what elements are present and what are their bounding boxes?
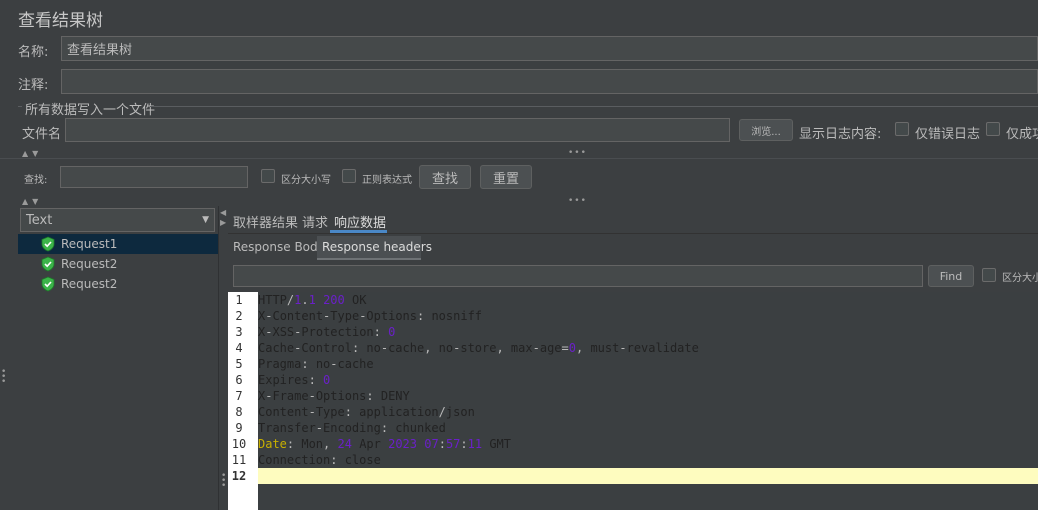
expand-arrows-icon[interactable]: ◀ ▶: [220, 208, 226, 228]
tree-item-label: Request2: [61, 257, 118, 271]
side-drag-handle-icon[interactable]: • • •: [1, 368, 6, 387]
success-only-label: 仅成功: [1006, 127, 1038, 142]
response-search-input[interactable]: [233, 265, 923, 287]
tree-item-label: Request1: [61, 237, 118, 251]
tree-item-request2[interactable]: Request2: [18, 274, 218, 294]
reset-button[interactable]: 重置: [480, 165, 532, 189]
comment-field[interactable]: [61, 69, 1038, 94]
header-line: Connection: close: [258, 453, 381, 467]
filename-field[interactable]: [65, 118, 730, 142]
line-number: 6: [235, 373, 243, 387]
splitter[interactable]: ▲▼ •••: [0, 196, 1038, 207]
header-line: Expires: 0: [258, 373, 331, 387]
header-line: Transfer-Encoding: chunked: [258, 421, 446, 435]
drag-handle-icon: •••: [568, 148, 587, 158]
vertical-splitter[interactable]: [218, 206, 228, 510]
drag-handle-icon: •••: [568, 196, 587, 206]
line-number: 3: [235, 325, 243, 339]
tab-response-data[interactable]: 响应数据: [334, 212, 386, 231]
splitter[interactable]: ▲▼ •••: [0, 148, 1038, 159]
renderer-select[interactable]: Text ▼: [20, 208, 215, 232]
name-label: 名称:: [18, 45, 49, 60]
log-content-label: 显示日志内容:: [799, 127, 882, 142]
success-shield-icon: [41, 276, 55, 292]
collapse-arrows-icon[interactable]: ▲▼: [22, 149, 42, 158]
header-line: X-Frame-Options: DENY: [258, 389, 410, 403]
tab-response-body[interactable]: Response Body: [233, 240, 325, 254]
line-number: 10: [231, 437, 247, 451]
tree-item-request2[interactable]: Request2: [18, 254, 218, 274]
drag-handle-icon[interactable]: • • •: [221, 472, 226, 491]
regex-checkbox[interactable]: [342, 169, 356, 183]
header-line: X-Content-Type-Options: nosniff: [258, 309, 483, 323]
line-number: 8: [235, 405, 243, 419]
case-sensitive-checkbox[interactable]: [261, 169, 275, 183]
header-line: Date: Mon, 24 Apr 2023 07:57:11 GMT: [258, 437, 511, 451]
header-line: HTTP/1.1 200 OK: [258, 293, 367, 307]
name-field[interactable]: 查看结果树: [61, 36, 1038, 61]
line-number: 12: [231, 469, 247, 483]
comment-label: 注释:: [18, 78, 49, 93]
chevron-down-icon: ▼: [202, 215, 209, 225]
success-shield-icon: [41, 256, 55, 272]
success-only-checkbox[interactable]: [986, 122, 1000, 136]
search-label: 查找:: [24, 175, 48, 186]
divider: [0, 158, 1038, 159]
tree-item-label: Request2: [61, 277, 118, 291]
errors-only-checkbox[interactable]: [895, 122, 909, 136]
find-button[interactable]: 查找: [419, 165, 471, 189]
header-line: X-XSS-Protection: 0: [258, 325, 396, 339]
fieldset-border: [18, 106, 22, 107]
tab-sampler-result[interactable]: 取样器结果: [233, 212, 298, 231]
renderer-value: Text: [26, 212, 53, 228]
success-shield-icon: [41, 236, 55, 252]
tree-item-request1[interactable]: Request1: [18, 234, 218, 254]
filename-label: 文件名: [22, 127, 62, 142]
panel-title: 查看结果树: [18, 11, 103, 31]
response-find-button[interactable]: Find: [928, 265, 974, 287]
errors-only-label: 仅错误日志: [915, 127, 981, 142]
line-number: 5: [235, 357, 243, 371]
divider: [228, 233, 1038, 234]
response-case-checkbox[interactable]: [982, 268, 996, 282]
tab-request[interactable]: 请求: [302, 212, 328, 231]
regex-label: 正则表达式: [362, 175, 412, 186]
search-input[interactable]: [60, 166, 248, 188]
header-line: Content-Type: application/json: [258, 405, 475, 419]
current-line-highlight: [258, 468, 1038, 484]
tab-response-headers[interactable]: Response headers: [322, 240, 432, 254]
active-subtab-indicator: [317, 258, 421, 260]
file-section-legend: 所有数据写入一个文件: [25, 103, 156, 118]
browse-button[interactable]: 浏览...: [739, 119, 793, 141]
response-case-label: 区分大小写: [1002, 273, 1038, 284]
header-line: Cache-Control: no-cache, no-store, max-a…: [258, 341, 699, 355]
line-number: 4: [235, 341, 243, 355]
line-number: 11: [231, 453, 247, 467]
line-number: 1: [235, 293, 243, 307]
line-number: 7: [235, 389, 243, 403]
collapse-arrows-icon[interactable]: ▲▼: [22, 197, 42, 206]
header-line: Pragma: no-cache: [258, 357, 374, 371]
fieldset-border: [150, 106, 1038, 107]
case-sensitive-label: 区分大小写: [281, 175, 331, 186]
line-number: 2: [235, 309, 243, 323]
line-number: 9: [235, 421, 243, 435]
